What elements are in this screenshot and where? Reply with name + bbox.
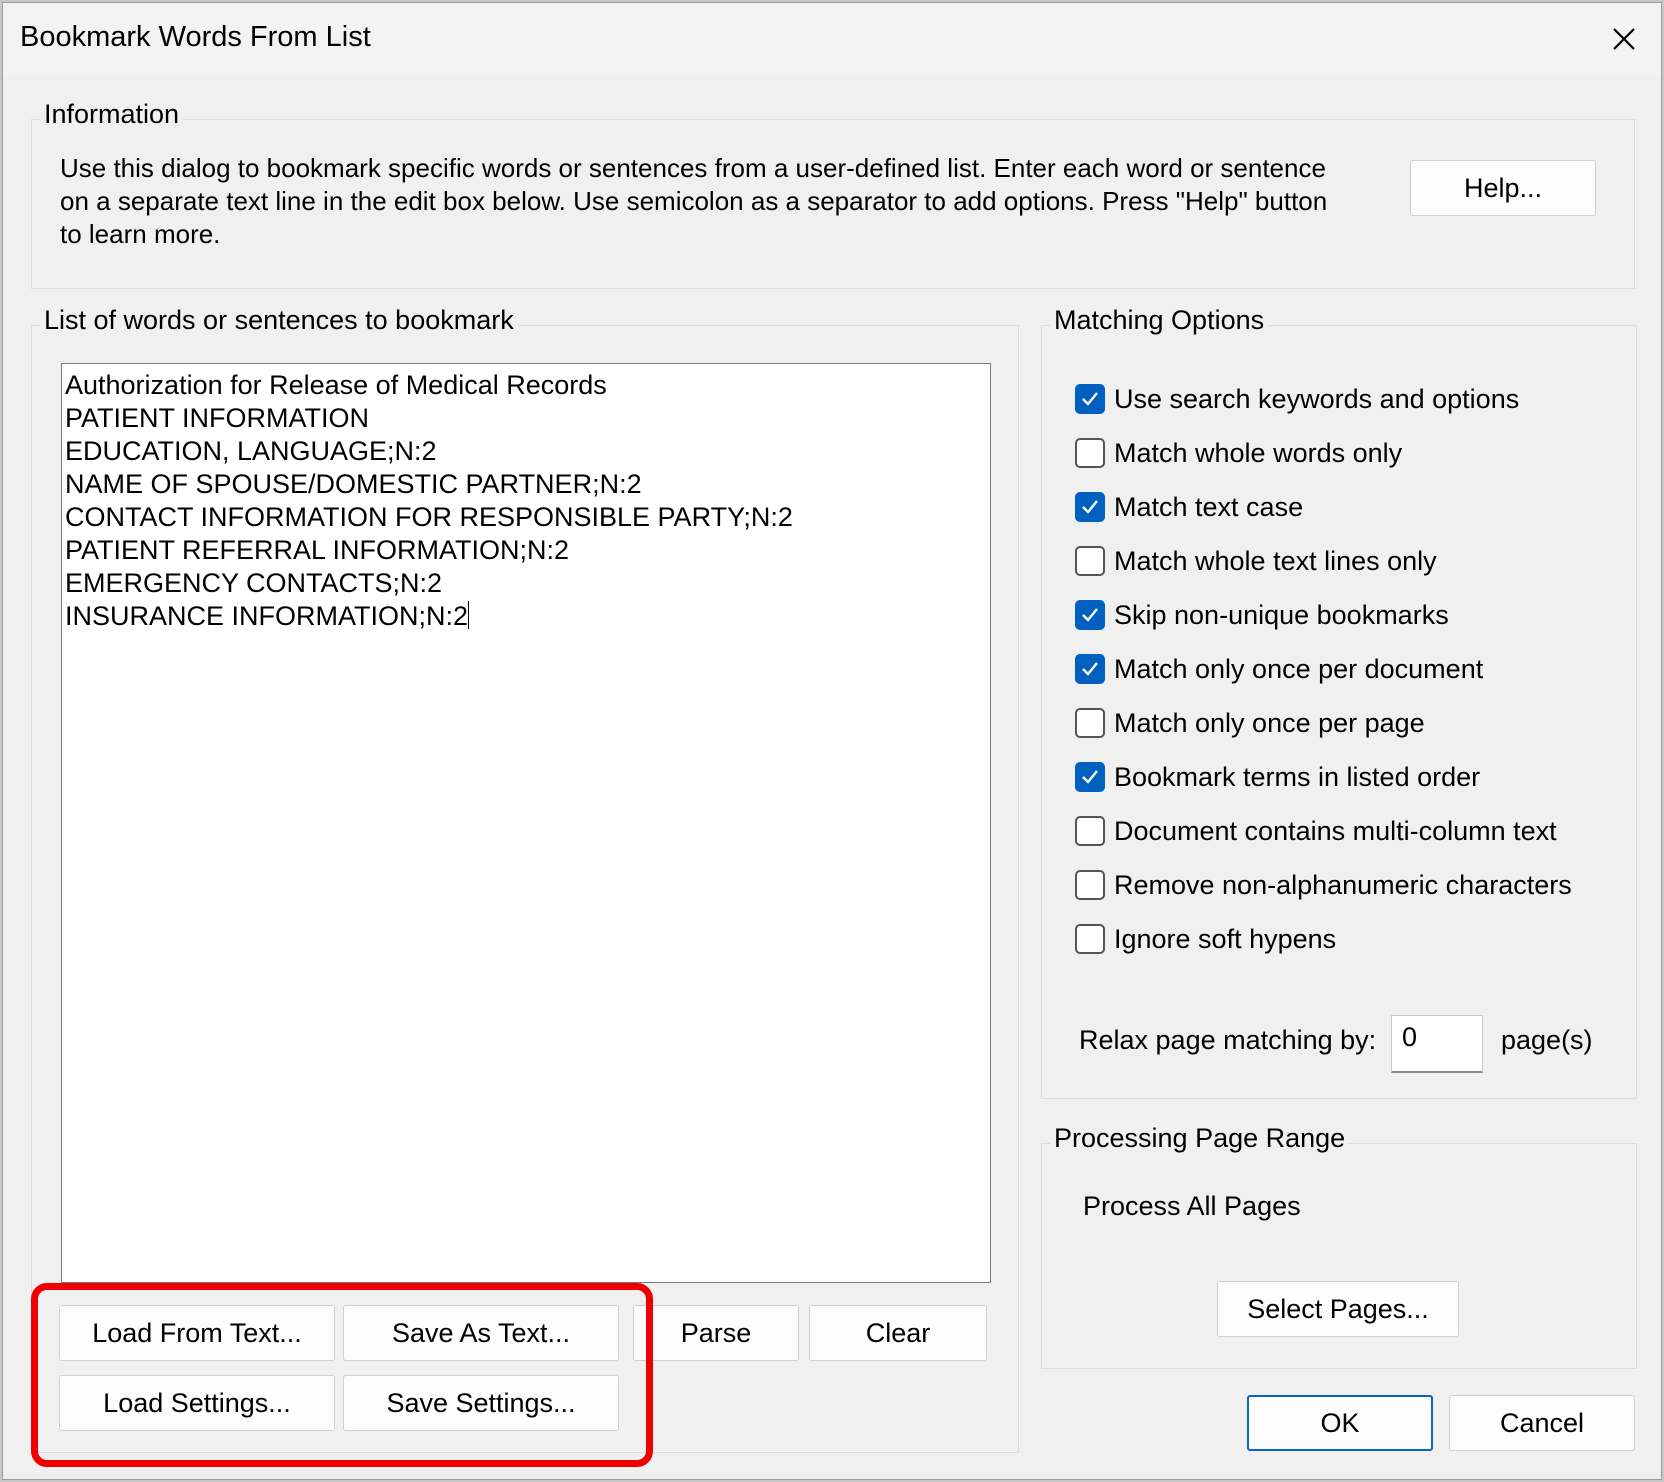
window-title: Bookmark Words From List <box>20 21 371 53</box>
option-once-per-page[interactable]: Match only once per page <box>1075 703 1425 743</box>
checkbox[interactable] <box>1075 600 1105 630</box>
option-match-whole-lines[interactable]: Match whole text lines only <box>1075 541 1437 581</box>
list-line: INSURANCE INFORMATION;N:2 <box>65 601 469 631</box>
list-line: NAME OF SPOUSE/DOMESTIC PARTNER;N:2 <box>65 469 642 499</box>
option-use-search-keywords[interactable]: Use search keywords and options <box>1075 379 1519 419</box>
annotation-highlight-box <box>31 1283 653 1467</box>
word-list-label: List of words or sentences to bookmark <box>40 304 518 336</box>
option-ignore-soft-hyphens[interactable]: Ignore soft hypens <box>1075 919 1336 959</box>
option-label: Use search keywords and options <box>1114 383 1520 414</box>
matching-options-label: Matching Options <box>1050 304 1269 336</box>
option-match-text-case[interactable]: Match text case <box>1075 487 1303 527</box>
information-group: Information Use this dialog to bookmark … <box>31 98 1635 289</box>
option-skip-non-unique[interactable]: Skip non-unique bookmarks <box>1075 595 1449 635</box>
select-pages-button[interactable]: Select Pages... <box>1217 1281 1459 1337</box>
check-icon <box>1082 392 1098 406</box>
checkbox[interactable] <box>1075 708 1105 738</box>
checkbox[interactable] <box>1075 492 1105 522</box>
list-line-last: INSURANCE INFORMATION;N:2 <box>65 600 987 633</box>
text-caret <box>468 601 470 629</box>
word-list-editbox[interactable]: Authorization for Release of Medical Rec… <box>61 363 991 1283</box>
checkbox[interactable] <box>1075 762 1105 792</box>
dialog-window: Bookmark Words From List Information Use… <box>2 2 1662 1480</box>
help-button[interactable]: Help... <box>1410 160 1596 216</box>
list-line: CONTACT INFORMATION FOR RESPONSIBLE PART… <box>65 502 793 532</box>
clear-button[interactable]: Clear <box>809 1305 987 1361</box>
list-line: EDUCATION, LANGUAGE;N:2 <box>65 436 437 466</box>
checkbox[interactable] <box>1075 546 1105 576</box>
checkbox[interactable] <box>1075 384 1105 414</box>
page-range-value: Process All Pages <box>1083 1191 1301 1221</box>
checkbox[interactable] <box>1075 870 1105 900</box>
checkbox[interactable] <box>1075 438 1105 468</box>
checkbox[interactable] <box>1075 924 1105 954</box>
list-line: PATIENT REFERRAL INFORMATION;N:2 <box>65 535 570 565</box>
information-label: Information <box>40 98 184 130</box>
list-line: EMERGENCY CONTACTS;N:2 <box>65 568 443 598</box>
title-bar: Bookmark Words From List <box>3 3 1661 75</box>
option-label: Match only once per document <box>1114 653 1484 684</box>
check-icon <box>1082 500 1098 514</box>
list-line: PATIENT INFORMATION <box>65 403 370 433</box>
close-icon <box>1613 28 1635 50</box>
relax-page-label: Relax page matching by: <box>1079 1025 1377 1055</box>
check-icon <box>1082 662 1098 676</box>
information-text: Use this dialog to bookmark specific wor… <box>60 153 1328 249</box>
page-range-label: Processing Page Range <box>1050 1122 1350 1154</box>
ok-button[interactable]: OK <box>1247 1395 1433 1451</box>
check-icon <box>1082 770 1098 784</box>
check-icon <box>1082 608 1098 622</box>
parse-button[interactable]: Parse <box>633 1305 799 1361</box>
option-label: Match text case <box>1114 491 1304 522</box>
checkbox[interactable] <box>1075 816 1105 846</box>
option-label: Match whole text lines only <box>1114 545 1437 576</box>
relax-page-suffix: page(s) <box>1501 1025 1593 1055</box>
checkbox[interactable] <box>1075 654 1105 684</box>
option-multi-column[interactable]: Document contains multi-column text <box>1075 811 1557 851</box>
relax-page-input[interactable]: 0 <box>1391 1015 1483 1073</box>
option-label: Document contains multi-column text <box>1114 815 1557 846</box>
list-line: Authorization for Release of Medical Rec… <box>65 370 607 400</box>
option-label: Match only once per page <box>1114 707 1425 738</box>
option-label: Skip non-unique bookmarks <box>1114 599 1449 630</box>
cancel-button[interactable]: Cancel <box>1449 1395 1635 1451</box>
option-label: Bookmark terms in listed order <box>1114 761 1481 792</box>
option-listed-order[interactable]: Bookmark terms in listed order <box>1075 757 1480 797</box>
option-label: Remove non-alphanumeric characters <box>1114 869 1572 900</box>
option-remove-non-alphanumeric[interactable]: Remove non-alphanumeric characters <box>1075 865 1572 905</box>
option-label: Match whole words only <box>1114 437 1403 468</box>
option-once-per-document[interactable]: Match only once per document <box>1075 649 1483 689</box>
option-label: Ignore soft hypens <box>1114 923 1337 954</box>
close-button[interactable] <box>1587 3 1661 75</box>
option-match-whole-words[interactable]: Match whole words only <box>1075 433 1402 473</box>
